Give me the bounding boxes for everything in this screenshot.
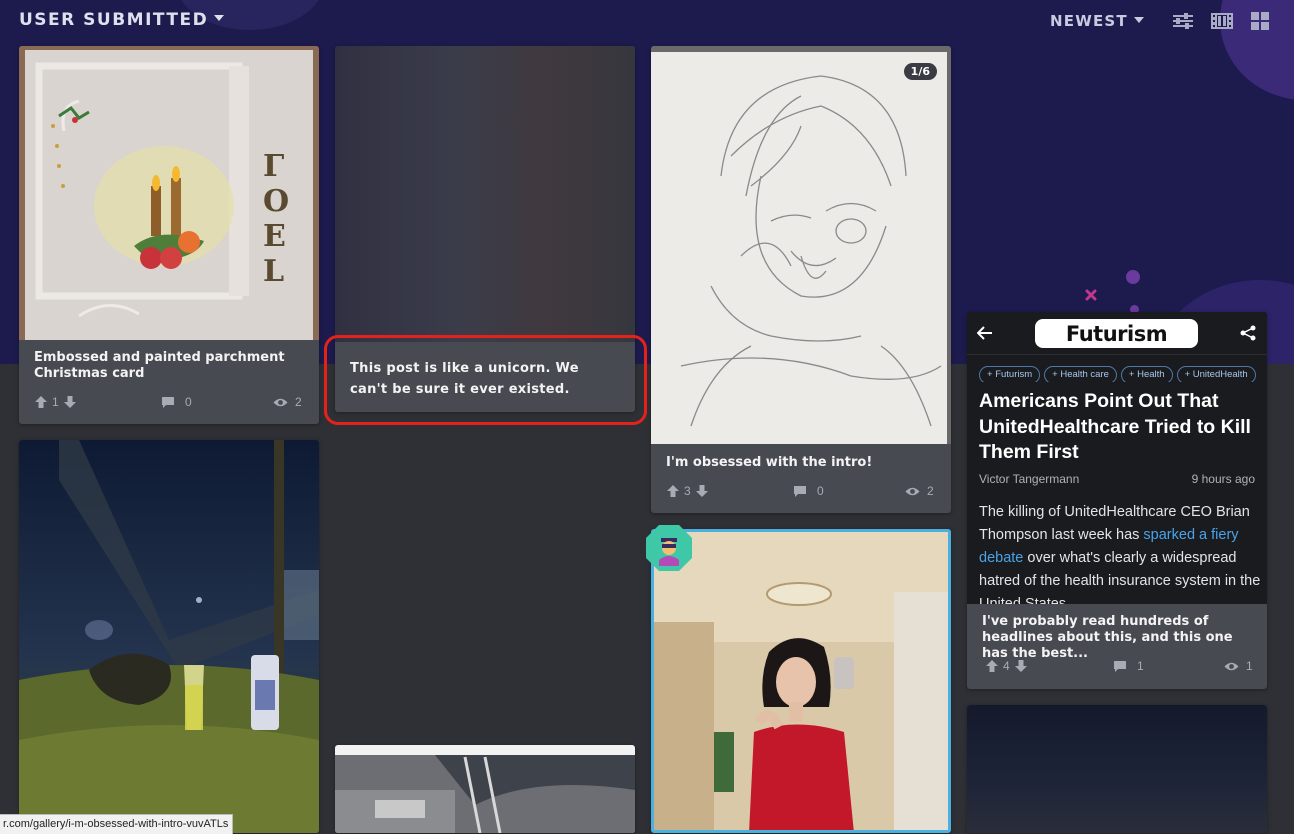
vote-group: 3 [666,484,709,498]
noel-letter: E [263,219,286,254]
tag-list: + Futurism + Health care + Health + UnitedH… [979,364,1267,382]
futurism-logo[interactable]: Futurism [1035,319,1198,348]
noel-letter: O [263,184,289,219]
post-stats: 1 0 2 [34,395,304,413]
post-thumbnail [335,745,635,833]
chevron-down-icon [214,15,225,21]
downvote-icon[interactable] [63,395,77,409]
view-group: 1 [1224,659,1253,673]
upvote-count: 3 [684,484,691,498]
post-title[interactable]: This post is like a unicorn. We can't be… [350,358,620,400]
post-thumbnail [651,46,951,444]
post-thumbnail [19,440,319,833]
post-thumbnail: Γ O E L [19,46,319,340]
post-title[interactable]: I'm obsessed with the intro! [666,455,936,471]
post-thumbnail [654,532,948,830]
share-icon[interactable] [1240,325,1256,341]
filter-sliders-icon[interactable] [1172,11,1194,31]
section-label: USER SUBMITTED [19,10,209,30]
tag-chip[interactable]: + Futurism [979,366,1041,382]
post-thumbnail [967,705,1267,833]
article-time: 9 hours ago [1191,472,1255,486]
section-dropdown[interactable]: USER SUBMITTED [19,10,225,30]
chevron-down-icon [1133,16,1144,23]
sort-label: NEWEST [1050,12,1128,30]
comment-icon [1114,660,1126,672]
post-stats: 3 0 2 [666,484,936,502]
comment-icon [162,396,174,408]
downvote-icon[interactable] [1014,659,1028,673]
film-strip-icon[interactable] [1211,11,1233,31]
sort-dropdown[interactable]: NEWEST [1050,12,1144,30]
sponsored-article-card[interactable]: Futurism + Futurism + Health care + Health… [967,312,1267,689]
tag-chip[interactable]: + UnitedHealth [1176,366,1256,382]
deco-dot [1126,270,1140,284]
post-title[interactable]: Embossed and painted parchment Christmas… [34,350,304,382]
view-group: 2 [273,395,302,409]
downvote-icon[interactable] [695,484,709,498]
upvote-icon[interactable] [985,659,999,673]
post-thumbnail-placeholder [335,46,635,342]
view-count: 2 [295,395,302,409]
article-author: Victor Tangermann [979,472,1080,486]
eye-icon [1224,662,1239,670]
removed-post-card[interactable]: This post is like a unicorn. We can't be… [335,46,635,412]
view-group: 2 [905,484,934,498]
pagination-badge: 1/6 [903,63,937,80]
comment-group[interactable]: 0 [161,395,192,409]
eye-icon [905,487,920,495]
status-bar-url: r.com/gallery/i-m-obsessed-with-intro-vu… [0,814,234,834]
upvote-icon[interactable] [666,484,680,498]
comment-count: 1 [1137,659,1144,673]
article-body: The killing of UnitedHealthcare CEO Bria… [979,504,1261,609]
comment-count: 0 [185,395,192,409]
upvote-count: 1 [52,395,59,409]
top-bar: USER SUBMITTED NEWEST [0,0,1294,42]
post-card[interactable] [967,705,1267,833]
vote-group: 4 [985,659,1028,673]
post-card[interactable]: 1/6 I'm obsessed with the intro! 3 0 2 [651,46,951,513]
post-card[interactable] [19,440,319,833]
tag-chip[interactable]: + Health [1120,366,1173,382]
post-stats: 4 1 1 [982,659,1253,677]
header-divider [967,354,1267,355]
upvote-icon[interactable] [34,395,48,409]
grid-icon[interactable] [1249,11,1271,31]
noel-letter: L [263,254,284,289]
deco-cross-icon [1085,289,1097,301]
view-count: 1 [1246,659,1253,673]
comment-icon [794,485,806,497]
eye-icon [273,398,288,406]
comment-group[interactable]: 0 [793,484,824,498]
noel-letter: Γ [263,149,284,184]
upvote-count: 4 [1003,659,1010,673]
tag-chip[interactable]: + Health care [1044,366,1117,382]
article-headline[interactable]: Americans Point Out That UnitedHealthcar… [979,389,1259,466]
post-footer: I've probably read hundreds of headlines… [967,604,1267,689]
comment-count: 0 [817,484,824,498]
comment-group[interactable]: 1 [1113,659,1144,673]
post-card[interactable] [651,529,951,833]
post-card[interactable] [335,745,635,833]
article-header: Futurism [967,312,1267,354]
post-card[interactable]: Γ O E L Embossed and painted parchment C… [19,46,319,424]
view-count: 2 [927,484,934,498]
back-arrow-icon[interactable] [977,326,993,340]
user-avatar-badge[interactable] [645,524,693,572]
vote-group: 1 [34,395,77,409]
post-caption[interactable]: I've probably read hundreds of headlines… [982,614,1255,662]
